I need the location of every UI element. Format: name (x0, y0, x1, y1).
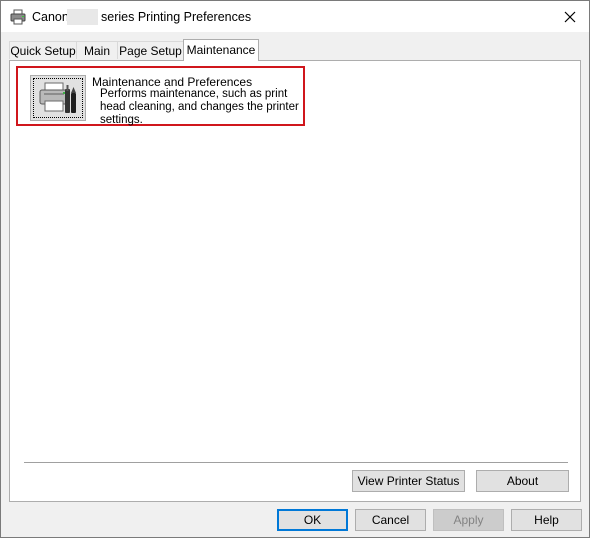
dialog-client-area: Quick Setup Main Page Setup Maintenance (1, 32, 589, 537)
close-icon (564, 11, 576, 22)
maintenance-highlight-box: Maintenance and Preferences Performs mai… (16, 66, 305, 126)
close-button[interactable] (551, 1, 589, 32)
maintenance-tab-panel: Maintenance and Preferences Performs mai… (9, 60, 581, 502)
maintenance-description: Performs maintenance, such as print head… (100, 88, 299, 126)
tab-page-setup[interactable]: Page Setup (117, 41, 184, 59)
panel-divider (24, 462, 568, 464)
maintenance-title: Maintenance and Preferences (92, 75, 253, 89)
tab-main[interactable]: Main (76, 41, 118, 59)
tab-quick-setup[interactable]: Quick Setup (9, 41, 77, 59)
window-title-suffix: series Printing Preferences (101, 10, 252, 24)
about-button[interactable]: About (476, 470, 569, 492)
tab-maintenance[interactable]: Maintenance (183, 39, 259, 61)
printer-icon (10, 9, 26, 25)
ok-button[interactable]: OK (277, 509, 348, 531)
help-button[interactable]: Help (511, 509, 582, 531)
printer-tools-icon (39, 82, 76, 113)
cancel-button[interactable]: Cancel (355, 509, 426, 531)
view-printer-status-button[interactable]: View Printer Status (352, 470, 465, 492)
window-title-prefix: Canon (32, 10, 69, 24)
title-bar[interactable]: Canon series Printing Preferences (1, 1, 589, 32)
apply-button[interactable]: Apply (433, 509, 504, 531)
printing-preferences-window: Canon series Printing Preferences Quick … (0, 0, 590, 538)
maintenance-preferences-button[interactable] (30, 75, 86, 121)
redacted-model-name (67, 9, 98, 25)
